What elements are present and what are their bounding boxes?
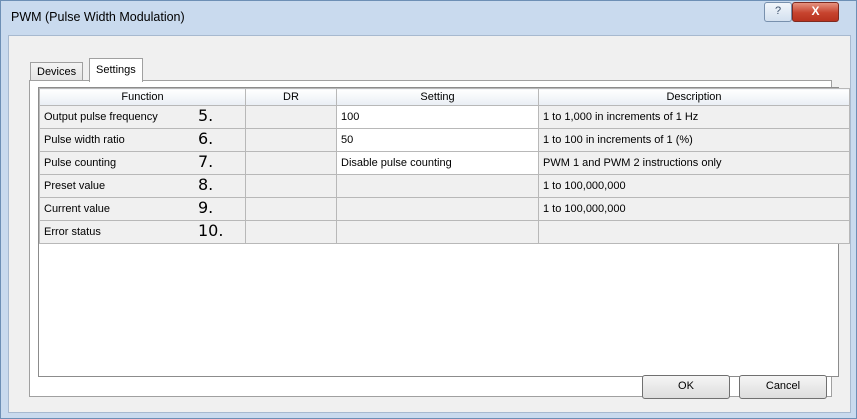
table-row[interactable]: Preset value 8. 1 to 100,000,000 bbox=[39, 174, 850, 198]
tab-devices[interactable]: Devices bbox=[30, 62, 84, 82]
close-button[interactable]: X bbox=[792, 2, 839, 22]
description-cell bbox=[538, 220, 850, 244]
dialog-window: PWM (Pulse Width Modulation) ? X Devices… bbox=[0, 0, 857, 419]
callout-number: 8. bbox=[198, 175, 214, 195]
settings-tab-panel: Function DR Setting Description Output p… bbox=[29, 80, 850, 397]
dr-cell[interactable] bbox=[245, 197, 337, 221]
cancel-button[interactable]: Cancel bbox=[739, 375, 827, 399]
function-cell: Current value 9. bbox=[39, 197, 246, 221]
close-icon: X bbox=[811, 4, 820, 18]
column-header-description[interactable]: Description bbox=[538, 88, 850, 106]
help-button[interactable]: ? bbox=[764, 2, 792, 22]
description-cell: 1 to 1,000 in increments of 1 Hz bbox=[538, 105, 850, 129]
function-label: Pulse counting bbox=[44, 157, 117, 169]
settings-table: Function DR Setting Description Output p… bbox=[39, 88, 850, 244]
help-icon: ? bbox=[774, 5, 782, 17]
function-cell: Error status 10. bbox=[39, 220, 246, 244]
function-label: Error status bbox=[44, 226, 101, 238]
function-label: Pulse width ratio bbox=[44, 134, 125, 146]
callout-number: 10. bbox=[198, 221, 224, 241]
callout-number: 7. bbox=[198, 152, 214, 172]
dr-cell[interactable] bbox=[245, 105, 337, 129]
callout-number: 6. bbox=[198, 129, 214, 149]
function-label: Current value bbox=[44, 203, 111, 215]
description-cell: 1 to 100,000,000 bbox=[538, 174, 850, 198]
dr-cell[interactable] bbox=[245, 174, 337, 198]
setting-cell[interactable] bbox=[336, 197, 539, 221]
dr-cell[interactable] bbox=[245, 151, 337, 175]
ok-button[interactable]: OK bbox=[642, 375, 730, 399]
function-cell: Preset value 8. bbox=[39, 174, 246, 198]
table-row[interactable]: Current value 9. 1 to 100,000,000 bbox=[39, 197, 850, 221]
description-cell: PWM 1 and PWM 2 instructions only bbox=[538, 151, 850, 175]
tab-settings[interactable]: Settings bbox=[89, 58, 143, 82]
dr-cell[interactable] bbox=[245, 220, 337, 244]
description-cell: 1 to 100,000,000 bbox=[538, 197, 850, 221]
setting-cell[interactable]: 100 bbox=[336, 105, 539, 129]
dialog-client-area: Devices Settings Function DR Setting Des… bbox=[8, 35, 851, 413]
function-cell: Pulse width ratio 6. bbox=[39, 128, 246, 152]
table-row[interactable]: Pulse width ratio 6. 50 1 to 100 in incr… bbox=[39, 128, 850, 152]
table-row[interactable]: Error status 10. bbox=[39, 220, 850, 244]
callout-number: 9. bbox=[198, 198, 214, 218]
function-cell: Output pulse frequency 5. bbox=[39, 105, 246, 129]
setting-cell[interactable]: 50 bbox=[336, 128, 539, 152]
settings-grid: Function DR Setting Description Output p… bbox=[38, 87, 850, 377]
table-row[interactable]: Pulse counting 7. Disable pulse counting… bbox=[39, 151, 850, 175]
column-header-dr[interactable]: DR bbox=[245, 88, 337, 106]
setting-cell[interactable] bbox=[336, 174, 539, 198]
function-cell: Pulse counting 7. bbox=[39, 151, 246, 175]
function-label: Output pulse frequency bbox=[44, 111, 158, 123]
title-bar[interactable]: PWM (Pulse Width Modulation) ? X bbox=[1, 1, 856, 35]
function-label: Preset value bbox=[44, 180, 106, 192]
callout-number: 5. bbox=[198, 106, 214, 126]
column-header-function[interactable]: Function bbox=[39, 88, 246, 106]
table-header-row: Function DR Setting Description bbox=[39, 88, 850, 106]
description-cell: 1 to 100 in increments of 1 (%) bbox=[538, 128, 850, 152]
window-title: PWM (Pulse Width Modulation) bbox=[11, 10, 185, 24]
column-header-setting[interactable]: Setting bbox=[336, 88, 539, 106]
dr-cell[interactable] bbox=[245, 128, 337, 152]
table-row[interactable]: Output pulse frequency 5. 100 1 to 1,000… bbox=[39, 105, 850, 129]
setting-cell[interactable] bbox=[336, 220, 539, 244]
setting-cell[interactable]: Disable pulse counting bbox=[336, 151, 539, 175]
